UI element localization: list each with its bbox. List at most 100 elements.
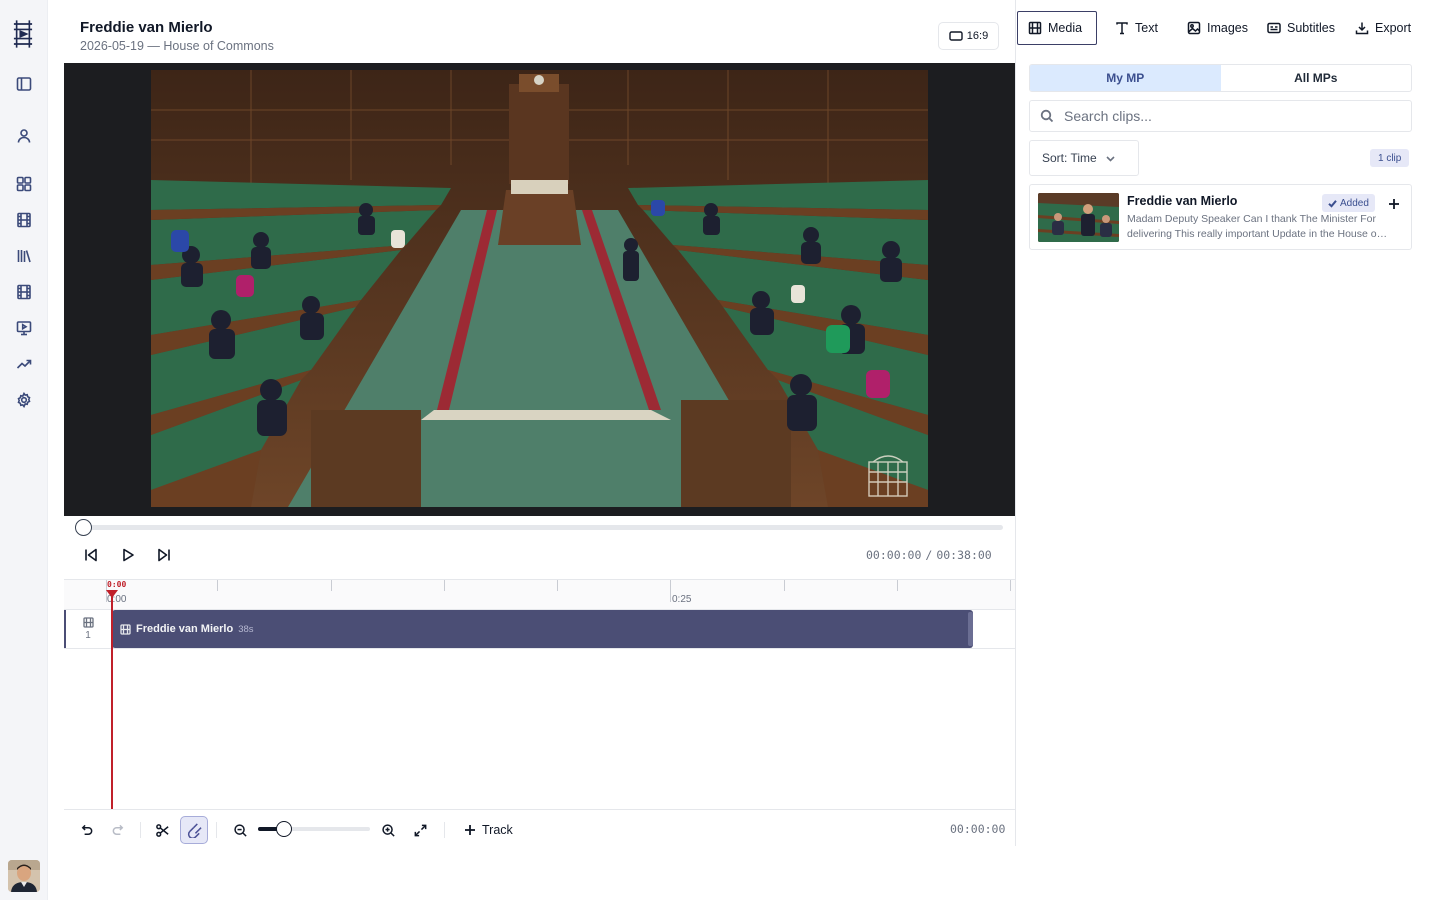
scissors-icon bbox=[155, 823, 169, 837]
play-button[interactable] bbox=[118, 545, 138, 565]
playhead-time-label: 0:00 bbox=[107, 580, 127, 589]
clip-film-icon bbox=[120, 623, 131, 635]
search-icon bbox=[1040, 109, 1054, 123]
ruler-tick bbox=[557, 580, 558, 591]
track-header[interactable]: 1 bbox=[64, 610, 110, 648]
plus-icon bbox=[465, 825, 475, 835]
add-clip-button[interactable] bbox=[1384, 194, 1404, 214]
ruler-tick bbox=[331, 580, 332, 591]
clip-card-excerpt: Madam Deputy Speaker Can I thank The Min… bbox=[1127, 213, 1380, 240]
tab-media[interactable]: Media bbox=[1017, 11, 1097, 45]
snap-toggle-button[interactable] bbox=[180, 816, 208, 844]
playback-timecode: 00:00:00/00:38:00 bbox=[866, 548, 992, 562]
aspect-ratio-button[interactable]: 16:9 bbox=[938, 22, 999, 50]
dashboard-icon[interactable] bbox=[14, 174, 34, 194]
playback-scrubber-thumb[interactable] bbox=[75, 519, 92, 536]
avatar[interactable] bbox=[8, 860, 40, 892]
current-time: 00:00:00 bbox=[866, 548, 922, 562]
sort-dropdown[interactable]: Sort: Time bbox=[1029, 140, 1139, 176]
clip-count-badge: 1 clip bbox=[1370, 149, 1410, 167]
aspect-ratio-label: 16:9 bbox=[966, 30, 989, 42]
skip-forward-icon bbox=[158, 548, 170, 562]
monitor-play-icon[interactable] bbox=[14, 318, 34, 338]
add-track-button[interactable]: Track bbox=[460, 816, 517, 844]
tab-media-label: Media bbox=[1048, 21, 1083, 35]
added-badge-label: Added bbox=[1340, 197, 1369, 209]
film-icon[interactable] bbox=[14, 210, 34, 230]
page-subtitle: 2026-05-19 — House of Commons bbox=[80, 39, 274, 53]
expand-icon bbox=[414, 824, 426, 836]
zoom-out-button[interactable] bbox=[226, 816, 254, 844]
ruler-tick bbox=[217, 580, 218, 591]
tab-text[interactable]: Text bbox=[1105, 11, 1168, 45]
filmstrip-icon[interactable] bbox=[14, 282, 34, 302]
segment-all-mps[interactable]: All MPs bbox=[1221, 65, 1412, 91]
trending-icon[interactable] bbox=[14, 354, 34, 374]
check-icon bbox=[1328, 199, 1337, 208]
ruler-label: 0:25 bbox=[672, 594, 692, 605]
sidebar-toggle-icon[interactable] bbox=[14, 74, 34, 94]
tab-export[interactable]: Export bbox=[1345, 11, 1421, 45]
track-number: 1 bbox=[85, 630, 91, 641]
skip-back-icon bbox=[85, 548, 97, 562]
playhead-handle[interactable] bbox=[106, 590, 118, 598]
video-stage bbox=[64, 63, 1015, 516]
chevron-down-icon bbox=[1106, 155, 1115, 162]
text-icon bbox=[1116, 22, 1128, 35]
timeline-ruler[interactable]: 0:00 0:25 bbox=[64, 579, 1015, 609]
toolbar-divider bbox=[444, 822, 445, 838]
clip-trim-handle[interactable] bbox=[968, 612, 973, 646]
panel-divider[interactable] bbox=[1015, 0, 1016, 846]
fit-timeline-button[interactable] bbox=[406, 816, 434, 844]
logo-filmstrip-icon[interactable] bbox=[13, 20, 33, 48]
left-nav-rail bbox=[0, 0, 48, 900]
tab-images[interactable]: Images bbox=[1177, 11, 1258, 45]
add-track-label: Track bbox=[482, 823, 513, 837]
tab-export-label: Export bbox=[1375, 21, 1412, 35]
library-icon[interactable] bbox=[14, 246, 34, 266]
ruler-tick bbox=[897, 580, 898, 591]
timeline-playhead[interactable] bbox=[111, 590, 113, 809]
segment-my-mp[interactable]: My MP bbox=[1030, 65, 1221, 91]
clip-card-title: Freddie van Mierlo bbox=[1127, 194, 1238, 208]
search-input[interactable] bbox=[1064, 108, 1384, 124]
redo-button[interactable] bbox=[104, 816, 132, 844]
video-frame[interactable] bbox=[151, 70, 928, 507]
timeline-timecode: 00:00:00 bbox=[950, 822, 1006, 836]
tab-images-label: Images bbox=[1207, 21, 1248, 35]
video-still-image bbox=[151, 70, 928, 507]
plus-icon bbox=[1389, 199, 1399, 209]
clip-thumbnail-image bbox=[1038, 193, 1119, 242]
zoom-slider-thumb[interactable] bbox=[276, 821, 292, 837]
tab-subtitles[interactable]: Subtitles bbox=[1257, 11, 1345, 45]
added-badge: Added bbox=[1322, 194, 1375, 212]
image-icon bbox=[1187, 21, 1201, 35]
clip-name: Freddie van Mierlo bbox=[136, 623, 234, 635]
ruler-tick bbox=[1010, 580, 1011, 591]
subtitles-icon bbox=[1267, 22, 1281, 34]
video-editor-app: Freddie van Mierlo 2026-05-19 — House of… bbox=[0, 0, 1440, 900]
zoom-in-button[interactable] bbox=[374, 816, 402, 844]
skip-forward-button[interactable] bbox=[154, 545, 174, 565]
page-title: Freddie van Mierlo bbox=[80, 19, 213, 36]
playback-scrubber-track[interactable] bbox=[84, 525, 1003, 530]
aspect-ratio-icon bbox=[949, 31, 963, 41]
ruler-tick bbox=[444, 580, 445, 591]
settings-icon[interactable] bbox=[14, 390, 34, 410]
mp-filter-segmented-control: My MP All MPs bbox=[1029, 64, 1412, 92]
download-icon bbox=[1355, 22, 1369, 35]
clip-card[interactable]: Freddie van Mierlo Added Madam Deputy Sp… bbox=[1029, 184, 1412, 250]
split-button[interactable] bbox=[148, 816, 176, 844]
timeline-clip[interactable]: Freddie van Mierlo 38s bbox=[112, 610, 973, 648]
duration: 00:38:00 bbox=[936, 548, 992, 562]
track-film-icon bbox=[82, 617, 94, 628]
magnet-icon bbox=[187, 822, 202, 838]
sort-label: Sort: Time bbox=[1042, 151, 1097, 165]
clip-search-box bbox=[1029, 100, 1412, 132]
clip-duration: 38s bbox=[238, 623, 254, 635]
undo-button[interactable] bbox=[72, 816, 100, 844]
zoom-in-icon bbox=[381, 823, 395, 837]
skip-back-button[interactable] bbox=[81, 545, 101, 565]
film-icon bbox=[1028, 21, 1042, 35]
user-icon[interactable] bbox=[14, 126, 34, 146]
